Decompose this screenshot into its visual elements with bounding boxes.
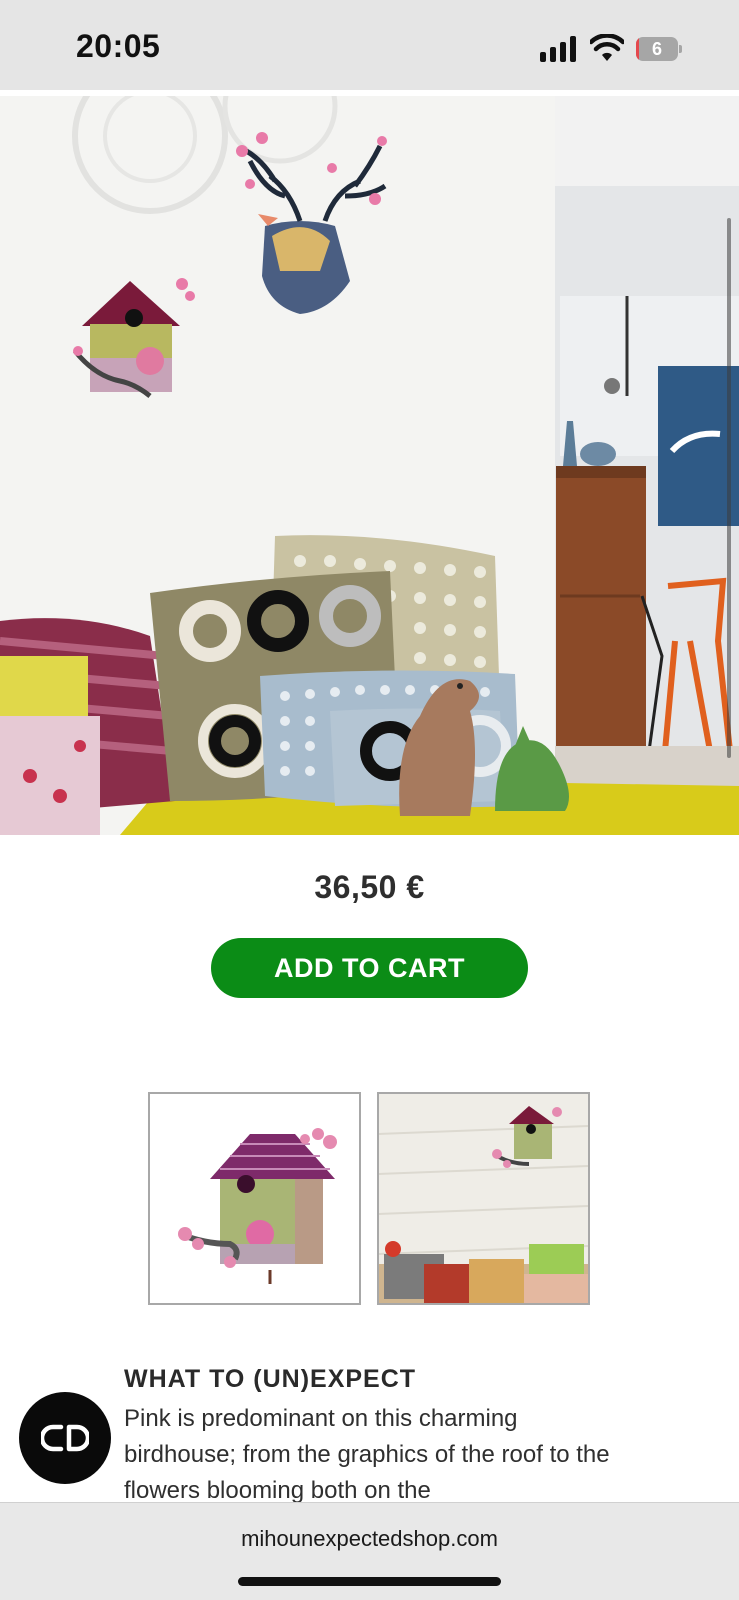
birdhouse-product-thumbnail[interactable]	[148, 1092, 361, 1305]
hero-scene-illustration	[0, 96, 739, 835]
product-price: 36,50 €	[314, 869, 425, 905]
home-indicator[interactable]	[238, 1577, 501, 1586]
description-body: Pink is predominant on this charming bir…	[124, 1405, 610, 1504]
status-bar: 20:05 6	[0, 0, 739, 90]
birdhouse-on-wall-thumbnail[interactable]	[377, 1092, 590, 1305]
wifi-icon	[588, 33, 626, 62]
wall-birdhouse-icon	[379, 1094, 588, 1303]
hero-product-image[interactable]	[0, 96, 739, 835]
browser-url-bar[interactable]: mihounexpectedshop.com	[0, 1502, 739, 1600]
chat-button[interactable]	[19, 1392, 111, 1484]
page-scrollbar[interactable]	[727, 218, 731, 758]
birdhouse-icon	[150, 1094, 359, 1303]
status-time: 20:05	[76, 28, 161, 64]
battery-icon: 6	[636, 37, 682, 61]
description-title: WHAT TO (UN)EXPECT	[124, 1365, 417, 1393]
battery-level: 6	[651, 39, 662, 59]
chat-link-icon	[41, 1424, 89, 1452]
add-to-cart-button[interactable]: ADD TO CART	[211, 938, 528, 998]
signal-icon	[540, 36, 578, 62]
url-text[interactable]: mihounexpectedshop.com	[0, 1526, 739, 1552]
